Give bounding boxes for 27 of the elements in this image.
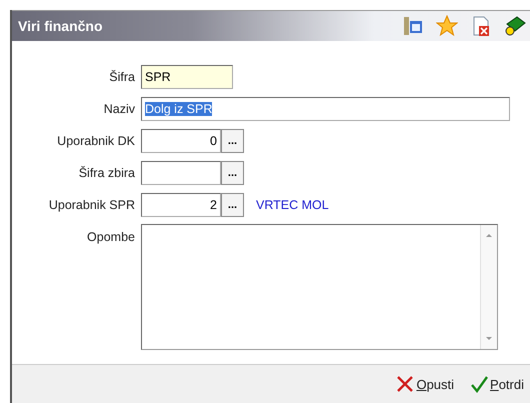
field-label: Šifra zbira xyxy=(78,166,136,180)
lookup-button[interactable]: ... xyxy=(221,193,244,217)
checkmark-icon xyxy=(470,375,488,393)
scroll-up-icon[interactable] xyxy=(485,233,493,238)
lookup-button[interactable]: ... xyxy=(221,129,244,153)
input-field[interactable]: 0 xyxy=(141,129,221,153)
lookup-description: VRTEC MOL xyxy=(256,198,329,212)
table-icon[interactable] xyxy=(402,15,424,37)
star-icon[interactable] xyxy=(436,15,458,37)
field-label: Opombe xyxy=(86,229,136,244)
field-label: Uporabnik SPR xyxy=(48,198,136,212)
field-label: Uporabnik DK xyxy=(56,134,136,148)
input-field[interactable]: 2 xyxy=(141,193,221,217)
input-field[interactable] xyxy=(141,161,221,185)
cancel-button[interactable]: Opusti xyxy=(394,373,456,395)
cross-icon xyxy=(396,375,414,393)
window-title: Viri finančno xyxy=(17,18,103,34)
input-field[interactable]: SPR xyxy=(141,65,233,89)
lookup-button[interactable]: ... xyxy=(221,161,244,185)
notes-field[interactable] xyxy=(141,224,498,350)
input-field[interactable]: Dolg iz SPR xyxy=(141,97,510,121)
field-label: Naziv xyxy=(102,102,136,116)
confirm-button[interactable]: Potrdi xyxy=(468,373,526,395)
field-label: Šifra xyxy=(108,70,136,84)
scrollbar[interactable] xyxy=(480,225,497,349)
help-book-icon[interactable] xyxy=(504,15,526,37)
scroll-down-icon[interactable] xyxy=(485,336,493,341)
